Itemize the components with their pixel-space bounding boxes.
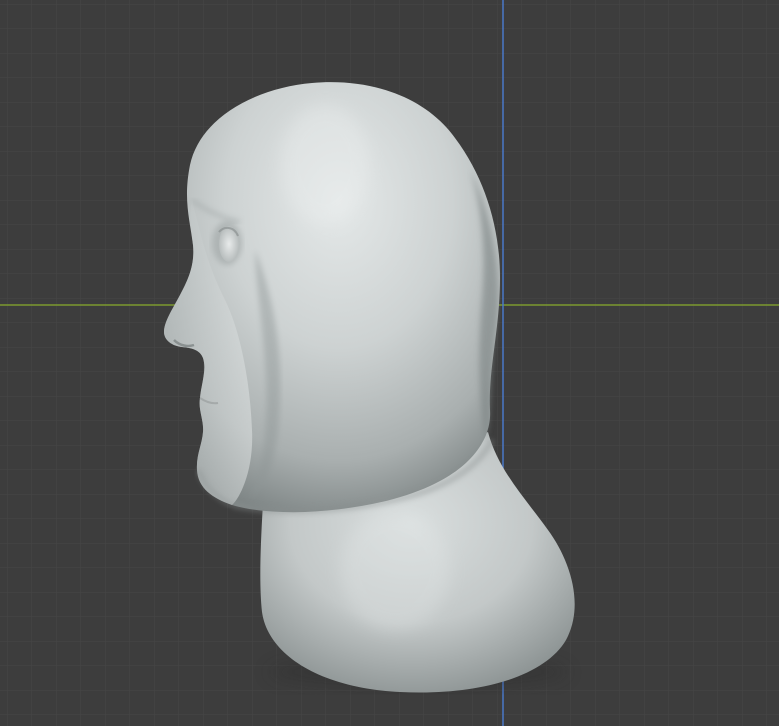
- 3d-viewport[interactable]: [0, 0, 779, 726]
- crown-highlight: [280, 105, 370, 225]
- bust-highlight: [340, 510, 450, 630]
- viewport-canvas[interactable]: [0, 0, 779, 726]
